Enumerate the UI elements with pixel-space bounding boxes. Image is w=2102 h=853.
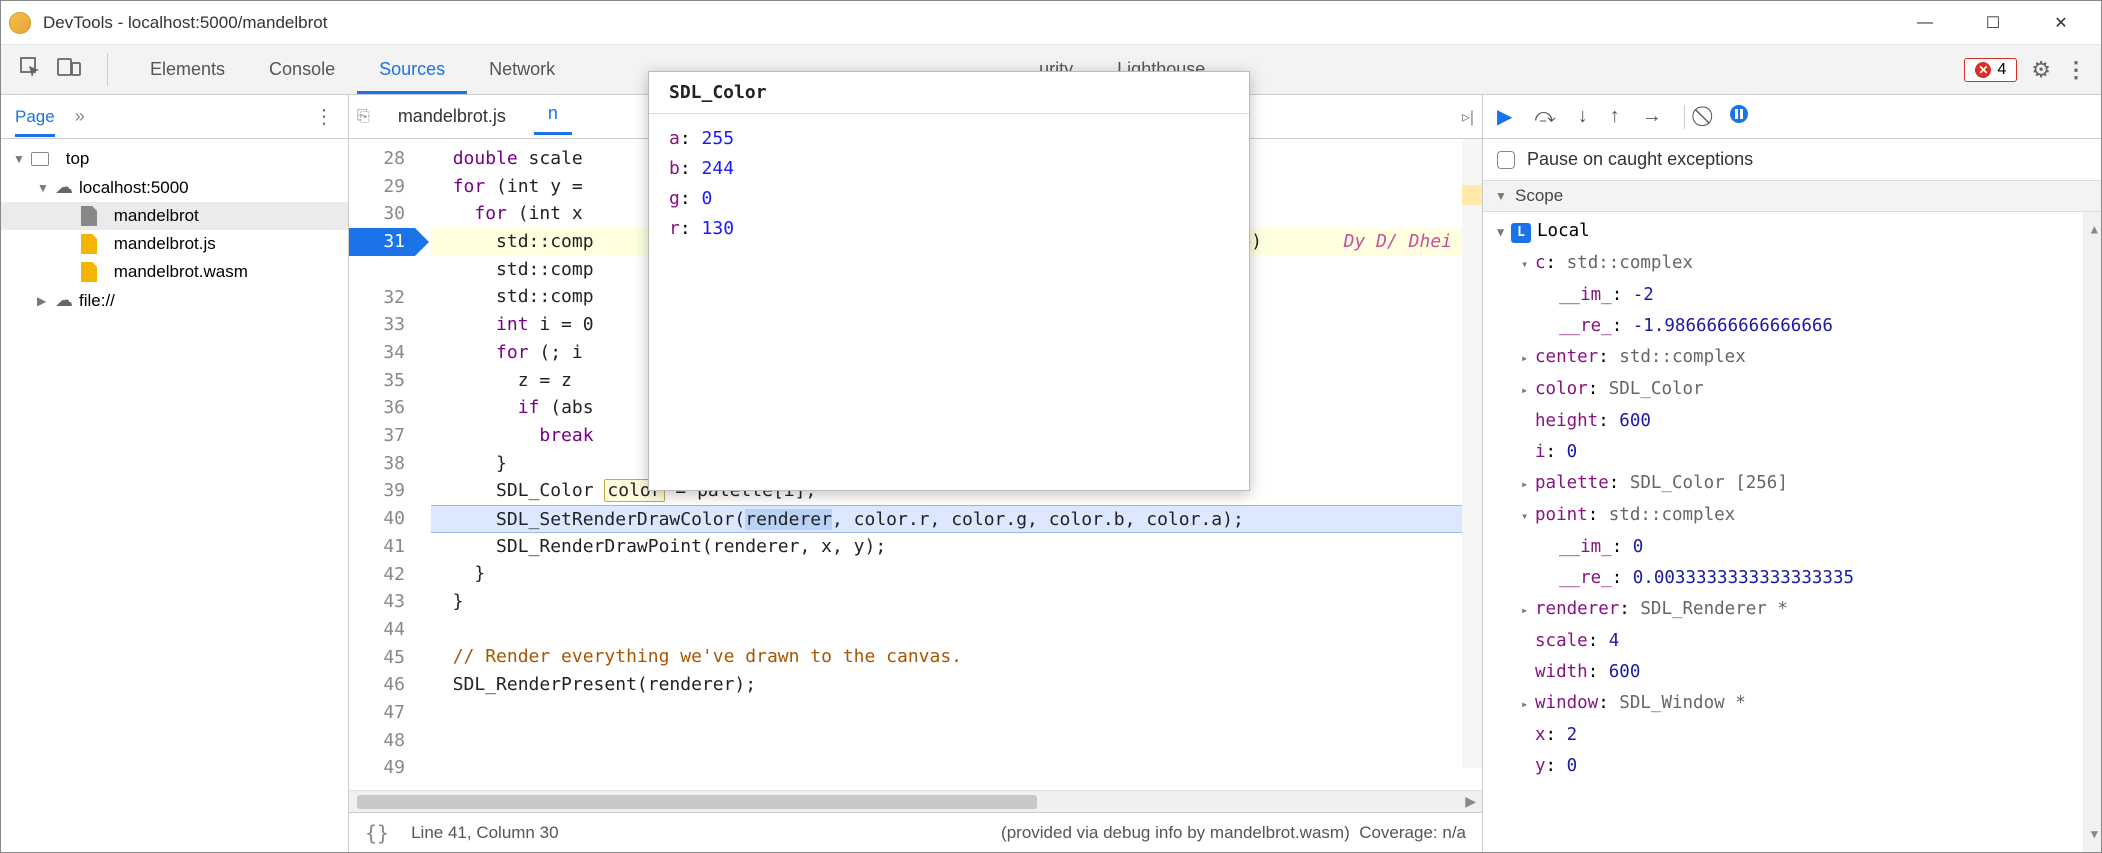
step-out-icon[interactable]: ↑ bbox=[1610, 105, 1620, 128]
code-line[interactable] bbox=[431, 699, 1482, 727]
scope-var[interactable]: __re_: 0.0033333333333333335 bbox=[1483, 563, 2101, 594]
scope-var[interactable]: ▸renderer: SDL_Renderer * bbox=[1483, 594, 2101, 626]
code-line[interactable]: } bbox=[431, 588, 1482, 616]
sidebar-menu-icon[interactable]: ⋮ bbox=[314, 104, 334, 129]
cursor-position: Line 41, Column 30 bbox=[411, 823, 558, 843]
sidebar-tab-page[interactable]: Page bbox=[15, 97, 55, 137]
scope-var[interactable]: __im_: 0 bbox=[1483, 532, 2101, 563]
scope-var[interactable]: ▸window: SDL_Window * bbox=[1483, 688, 2101, 720]
scope-var[interactable]: __re_: -1.9866666666666666 bbox=[1483, 311, 2101, 342]
step-over-icon[interactable]: ⤼ bbox=[1534, 105, 1555, 128]
step-icon[interactable]: → bbox=[1642, 105, 1662, 128]
sidebar-more-tabs-icon[interactable]: » bbox=[75, 106, 85, 127]
step-into-icon[interactable]: ↓ bbox=[1578, 105, 1588, 128]
scroll-down-icon[interactable]: ▼ bbox=[2091, 819, 2098, 850]
window-title: DevTools - localhost:5000/mandelbrot bbox=[43, 13, 1905, 33]
vertical-scrollbar[interactable] bbox=[1462, 139, 1482, 768]
debugger-panel: ▶ ⤼ ↓ ↑ → ⃠ Pause on caught exceptions ▼… bbox=[1483, 95, 2101, 852]
pause-caught-checkbox[interactable] bbox=[1497, 151, 1515, 169]
debug-info-link[interactable]: mandelbrot.wasm bbox=[1210, 823, 1344, 842]
editor-tab-active[interactable]: n bbox=[534, 99, 572, 135]
tree-file-mandelbrot-js[interactable]: mandelbrot.js bbox=[1, 230, 348, 258]
tab-network[interactable]: Network bbox=[467, 45, 577, 94]
scope-var[interactable]: ▸center: std::complex bbox=[1483, 342, 2101, 374]
error-icon: ✕ bbox=[1975, 62, 1991, 78]
scope-var[interactable]: height: 600 bbox=[1483, 406, 2101, 437]
horizontal-scrollbar[interactable]: ▶ bbox=[349, 790, 1482, 812]
hover-popup: SDL_Color a: 255b: 244g: 0r: 130 bbox=[648, 71, 1250, 491]
scope-local-header[interactable]: ▼LLocal bbox=[1483, 216, 2101, 248]
device-toggle-icon[interactable] bbox=[57, 56, 81, 83]
scope-var[interactable]: scale: 4 bbox=[1483, 626, 2101, 657]
editor-statusbar: {} Line 41, Column 30 (provided via debu… bbox=[349, 812, 1482, 852]
editor-nav-back-icon[interactable]: ⎘ bbox=[357, 108, 370, 126]
code-line[interactable]: // Render everything we've drawn to the … bbox=[431, 643, 1482, 671]
titlebar: DevTools - localhost:5000/mandelbrot ― ☐… bbox=[1, 1, 2101, 45]
line-gutter[interactable]: 28 29 30 31 32 33 34 35 36 37 38 39 40 4… bbox=[349, 139, 415, 790]
scope-var[interactable]: ▸color: SDL_Color bbox=[1483, 374, 2101, 406]
scope-header[interactable]: ▼ Scope bbox=[1483, 180, 2101, 212]
code-line[interactable]: SDL_RenderPresent(renderer); bbox=[431, 671, 1482, 699]
tab-elements[interactable]: Elements bbox=[128, 45, 247, 94]
debug-info-source: (provided via debug info by mandelbrot.w… bbox=[581, 823, 1466, 843]
code-line[interactable]: SDL_RenderDrawPoint(renderer, x, y); bbox=[431, 533, 1482, 561]
tree-file-scheme[interactable]: ▶☁file:// bbox=[1, 286, 348, 315]
navigator-sidebar: Page » ⋮ ▼ top ▼☁localhost:5000 mandelbr… bbox=[1, 95, 349, 852]
tree-file-mandelbrot[interactable]: mandelbrot bbox=[1, 202, 348, 230]
scope-tree[interactable]: ▼LLocal ▾c: std::complex__im_: -2__re_: … bbox=[1483, 212, 2101, 852]
maximize-button[interactable]: ☐ bbox=[1973, 8, 2013, 38]
scope-scrollbar[interactable]: ▲ ▼ bbox=[2083, 212, 2101, 852]
pause-caught-row[interactable]: Pause on caught exceptions bbox=[1483, 139, 2101, 180]
tab-sources[interactable]: Sources bbox=[357, 45, 467, 94]
popup-title: SDL_Color bbox=[649, 72, 1249, 114]
scope-collapse-icon: ▼ bbox=[1495, 189, 1507, 203]
scope-var[interactable]: ▾point: std::complex bbox=[1483, 500, 2101, 532]
pause-caught-label: Pause on caught exceptions bbox=[1527, 149, 1753, 170]
scope-var[interactable]: __im_: -2 bbox=[1483, 280, 2101, 311]
resume-icon[interactable]: ▶ bbox=[1497, 104, 1512, 129]
error-count: 4 bbox=[1997, 61, 2006, 79]
popup-body: a: 255b: 244g: 0r: 130 bbox=[649, 114, 1249, 254]
code-line[interactable] bbox=[431, 616, 1482, 644]
hscroll-thumb[interactable] bbox=[357, 795, 1037, 809]
tree-file-mandelbrot-wasm[interactable]: mandelbrot.wasm bbox=[1, 258, 348, 286]
code-line[interactable]: SDL_SetRenderDrawColor(renderer, color.r… bbox=[431, 505, 1482, 533]
inspect-icon[interactable] bbox=[19, 56, 41, 83]
debugger-toolbar: ▶ ⤼ ↓ ↑ → ⃠ bbox=[1483, 95, 2101, 139]
editor-tab-mandelbrot-js[interactable]: mandelbrot.js bbox=[384, 102, 520, 131]
coverage-label: Coverage: n/a bbox=[1359, 823, 1466, 842]
tree-origin[interactable]: ▼☁localhost:5000 bbox=[1, 173, 348, 202]
scope-var[interactable]: ▾c: std::complex bbox=[1483, 248, 2101, 280]
pretty-print-icon[interactable]: {} bbox=[365, 821, 389, 845]
minimize-button[interactable]: ― bbox=[1905, 8, 1945, 38]
app-icon bbox=[9, 12, 31, 34]
window-controls: ― ☐ ✕ bbox=[1905, 8, 2093, 38]
file-tree: ▼ top ▼☁localhost:5000 mandelbrot mandel… bbox=[1, 139, 348, 852]
scope-var[interactable]: ▸palette: SDL_Color [256] bbox=[1483, 468, 2101, 500]
scroll-exec-marker bbox=[1462, 185, 1482, 205]
more-icon[interactable]: ⋮ bbox=[2065, 57, 2087, 83]
scope-var[interactable]: i: 0 bbox=[1483, 437, 2101, 468]
tree-top[interactable]: ▼ top bbox=[1, 145, 348, 173]
error-count-badge[interactable]: ✕ 4 bbox=[1964, 58, 2017, 82]
close-button[interactable]: ✕ bbox=[2041, 8, 2081, 38]
scope-var[interactable]: x: 2 bbox=[1483, 720, 2101, 751]
settings-icon[interactable]: ⚙ bbox=[2031, 57, 2051, 83]
editor-hide-icon[interactable]: ▹| bbox=[1462, 107, 1474, 127]
code-line[interactable] bbox=[431, 726, 1482, 754]
tab-console[interactable]: Console bbox=[247, 45, 357, 94]
scroll-up-icon[interactable]: ▲ bbox=[2091, 214, 2098, 245]
pause-exceptions-icon[interactable] bbox=[1729, 104, 1749, 130]
scope-var[interactable]: width: 600 bbox=[1483, 657, 2101, 688]
devtools-window: DevTools - localhost:5000/mandelbrot ― ☐… bbox=[0, 0, 2102, 853]
scope-var[interactable]: y: 0 bbox=[1483, 751, 2101, 782]
local-badge-icon: L bbox=[1511, 223, 1531, 243]
code-line[interactable]: } bbox=[431, 560, 1482, 588]
hscroll-right-icon[interactable]: ▶ bbox=[1465, 793, 1476, 810]
